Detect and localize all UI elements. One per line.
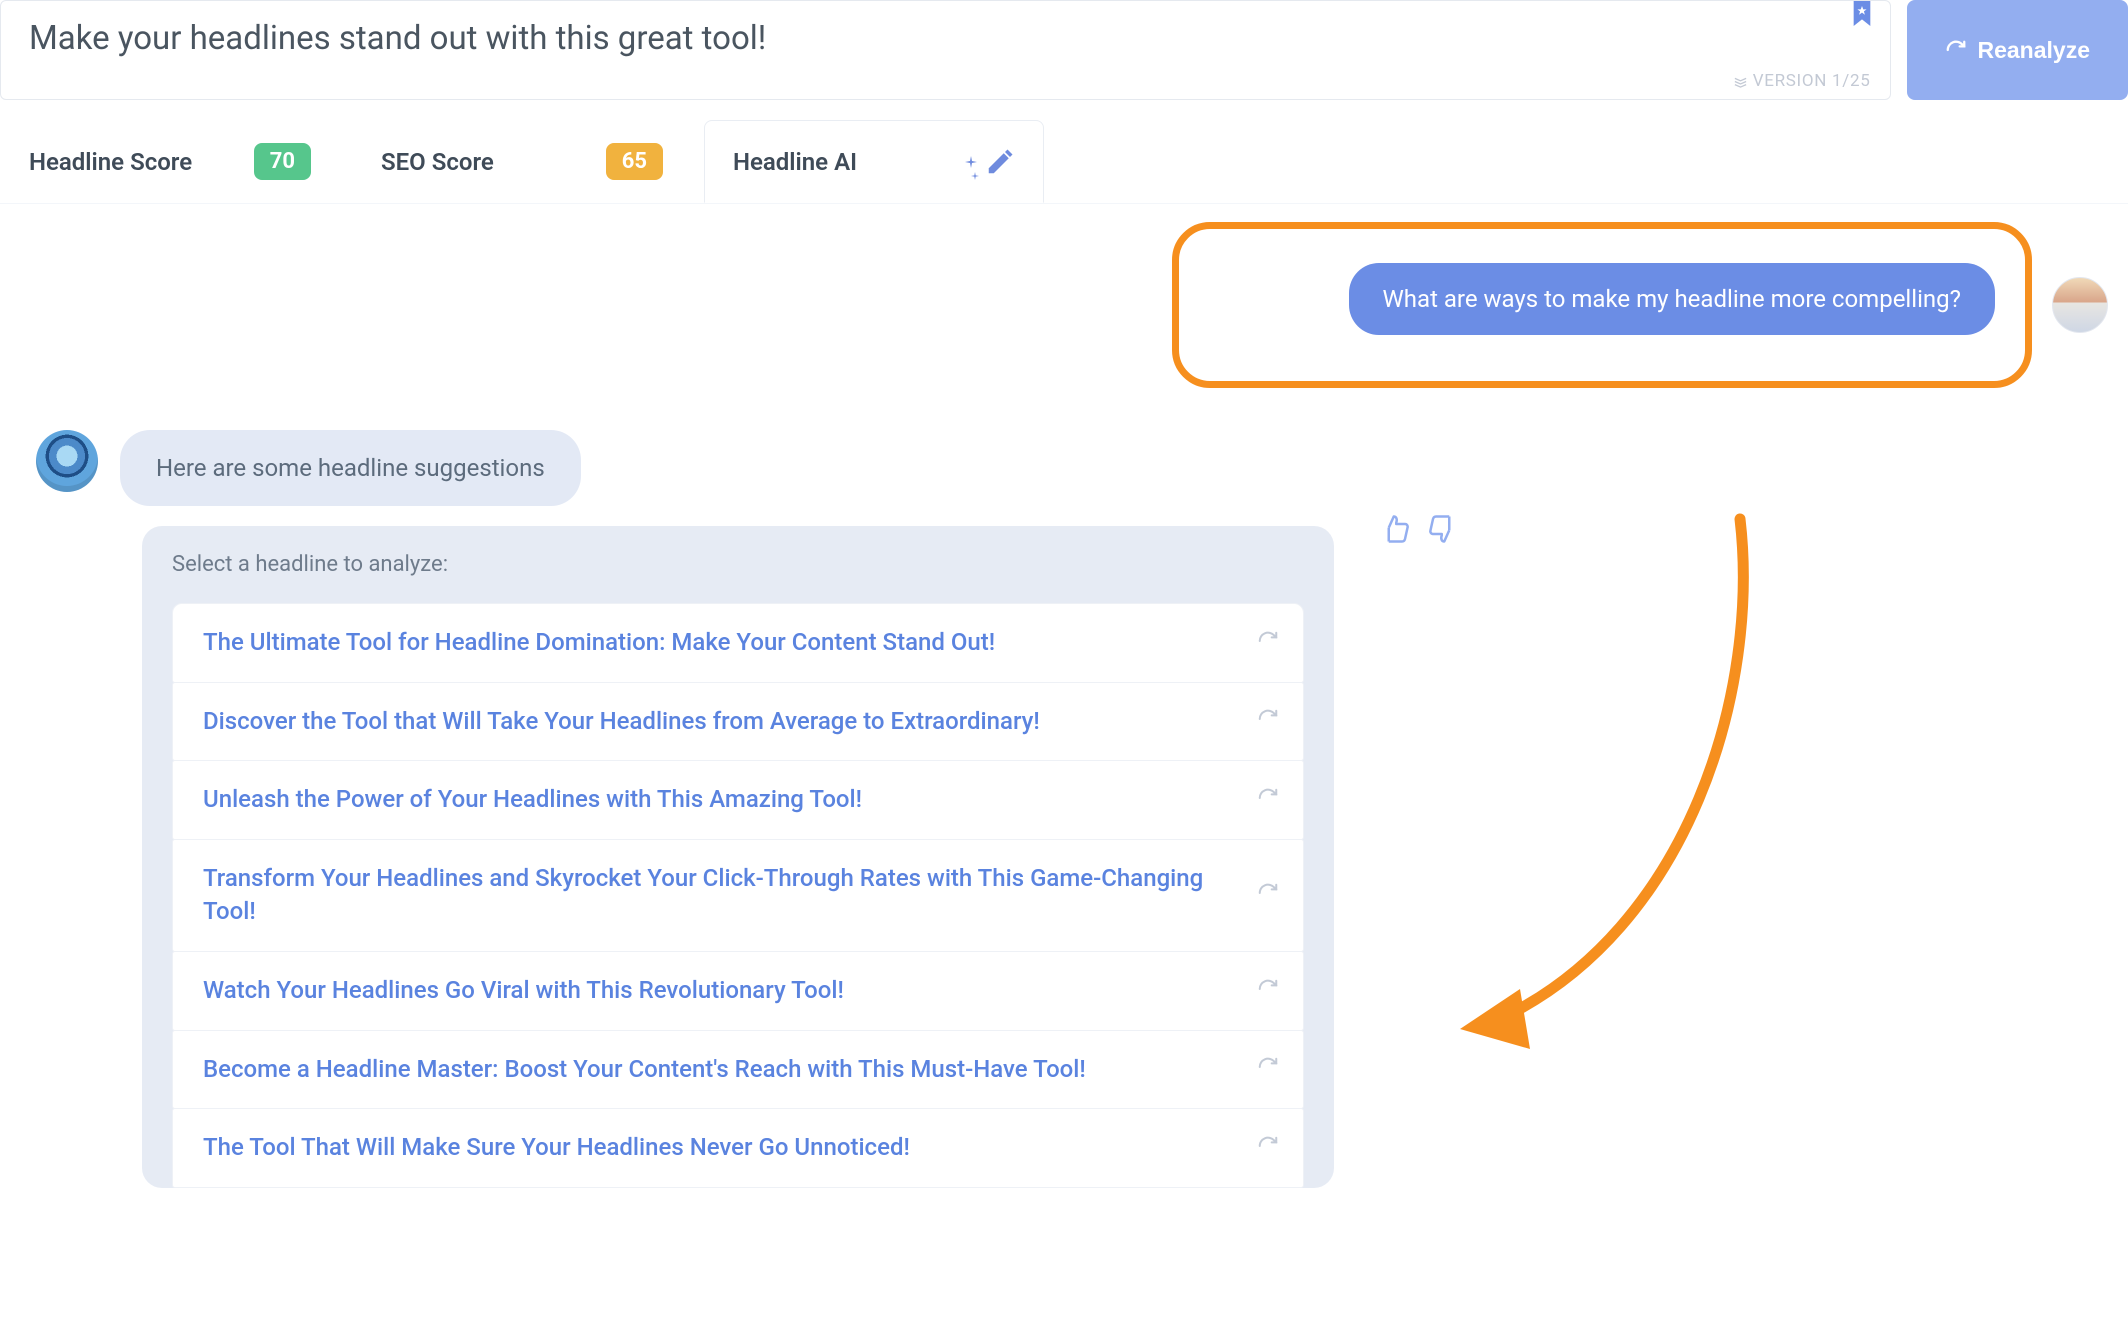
score-badge: 70: [254, 143, 311, 180]
tabs-row: Headline Score 70 SEO Score 65 Headline …: [0, 120, 2128, 204]
user-message-bubble: What are ways to make my headline more c…: [1349, 263, 1996, 335]
headline-text: Make your headlines stand out with this …: [29, 19, 766, 59]
suggestion-list: The Ultimate Tool for Headline Dominatio…: [172, 597, 1304, 1188]
suggestion-item[interactable]: The Ultimate Tool for Headline Dominatio…: [172, 603, 1304, 683]
refresh-icon[interactable]: [1257, 708, 1279, 734]
score-badge: 65: [606, 143, 663, 180]
suggestion-item[interactable]: Watch Your Headlines Go Viral with This …: [172, 951, 1304, 1031]
refresh-icon[interactable]: [1257, 978, 1279, 1004]
tab-seo-score[interactable]: SEO Score 65: [352, 120, 692, 203]
tab-headline-ai[interactable]: Headline AI: [704, 120, 1044, 203]
suggestion-item[interactable]: Discover the Tool that Will Take Your He…: [172, 682, 1304, 762]
refresh-icon[interactable]: [1257, 882, 1279, 908]
suggestion-text: The Tool That Will Make Sure Your Headli…: [203, 1131, 910, 1165]
refresh-icon[interactable]: [1257, 787, 1279, 813]
headline-input[interactable]: Make your headlines stand out with this …: [0, 0, 1891, 100]
suggestion-text: Watch Your Headlines Go Viral with This …: [203, 974, 844, 1008]
user-message-row: What are ways to make my headline more c…: [0, 222, 2128, 388]
bookmark-icon[interactable]: [1852, 1, 1872, 29]
bot-message-row: Here are some headline suggestions: [0, 430, 2128, 506]
annotation-arrow-icon: [1440, 509, 1800, 1049]
refresh-icon[interactable]: [1257, 1135, 1279, 1161]
annotation-highlight: What are ways to make my headline more c…: [1172, 222, 2032, 388]
thumbs-up-icon[interactable]: [1380, 514, 1410, 548]
suggestion-text: The Ultimate Tool for Headline Dominatio…: [203, 626, 995, 660]
suggestion-text: Discover the Tool that Will Take Your He…: [203, 705, 1040, 739]
suggestion-text: Transform Your Headlines and Skyrocket Y…: [203, 862, 1213, 929]
bot-message-bubble: Here are some headline suggestions: [120, 430, 581, 506]
thumbs-down-icon[interactable]: [1428, 514, 1458, 548]
user-avatar[interactable]: [2052, 277, 2108, 333]
tab-label: Headline AI: [733, 148, 857, 176]
suggestions-panel: Select a headline to analyze: The Ultima…: [142, 526, 1334, 1188]
suggestion-item[interactable]: The Tool That Will Make Sure Your Headli…: [172, 1108, 1304, 1188]
refresh-icon[interactable]: [1257, 630, 1279, 656]
tab-label: Headline Score: [29, 148, 192, 176]
suggestion-text: Become a Headline Master: Boost Your Con…: [203, 1053, 1086, 1087]
bot-avatar-icon: [36, 430, 98, 492]
suggestion-text: Unleash the Power of Your Headlines with…: [203, 783, 862, 817]
feedback-buttons: [1380, 514, 1458, 548]
suggestion-item[interactable]: Transform Your Headlines and Skyrocket Y…: [172, 839, 1304, 952]
chat-area: What are ways to make my headline more c…: [0, 204, 2128, 1188]
refresh-icon[interactable]: [1257, 1056, 1279, 1082]
tab-headline-score[interactable]: Headline Score 70: [0, 120, 340, 203]
header-bar: Make your headlines stand out with this …: [0, 0, 2128, 100]
version-indicator: VERSION 1/25: [1733, 71, 1871, 91]
suggestion-item[interactable]: Become a Headline Master: Boost Your Con…: [172, 1030, 1304, 1110]
tab-label: SEO Score: [381, 148, 494, 176]
reanalyze-label: Reanalyze: [1977, 37, 2090, 64]
suggestions-prompt: Select a headline to analyze:: [172, 552, 1304, 577]
reanalyze-button[interactable]: Reanalyze: [1907, 0, 2128, 100]
magic-pencil-icon: [981, 147, 1015, 177]
suggestion-item[interactable]: Unleash the Power of Your Headlines with…: [172, 760, 1304, 840]
